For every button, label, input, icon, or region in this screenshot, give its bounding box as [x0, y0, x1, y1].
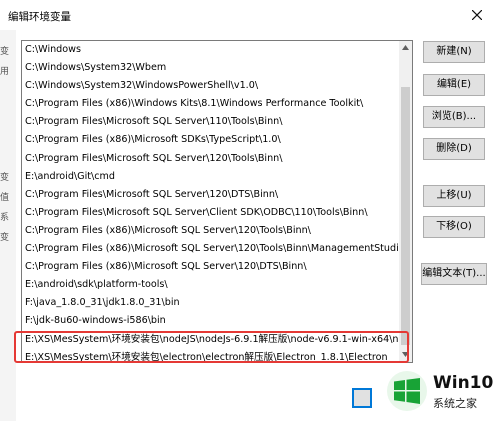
vertical-scrollbar[interactable]: [399, 41, 412, 362]
path-list-item[interactable]: C:\Program Files (x86)\Windows Kits\8.1\…: [22, 95, 398, 113]
dialog-title: 编辑环境变量: [8, 11, 71, 23]
path-list-item[interactable]: C:\Program Files\Microsoft SQL Server\12…: [22, 150, 398, 168]
watermark-title: Win10: [433, 373, 494, 393]
path-list-item[interactable]: E:\android\Git\cmd: [22, 168, 398, 186]
edit-button[interactable]: 编辑(E): [423, 74, 485, 96]
ok-button[interactable]: [352, 388, 372, 408]
watermark-subtitle: 系统之家: [433, 397, 477, 410]
path-list-item[interactable]: C:\Windows\System32\Wbem: [22, 59, 398, 77]
delete-button[interactable]: 删除(D): [423, 138, 485, 160]
path-rows: C:\Windows C:\Windows\System32\Wbem C:\Win…: [22, 41, 398, 362]
browse-button[interactable]: 浏览(B)...: [423, 106, 485, 128]
path-list-item[interactable]: C:\Program Files (x86)\Microsoft SDKs\Ty…: [22, 131, 398, 149]
watermark: Win10 系统之家: [385, 363, 500, 421]
path-list-item[interactable]: C:\Windows: [22, 41, 398, 59]
windows-logo-icon: [394, 378, 420, 404]
path-list[interactable]: C:\Windows C:\Windows\System32\Wbem C:\Win…: [21, 40, 413, 363]
move-up-button[interactable]: 上移(U): [423, 185, 485, 207]
edit-env-var-dialog: 编辑环境变量 变 用 变 值 系 变 C:\Windows C:\Windows\…: [0, 0, 500, 421]
path-list-item[interactable]: C:\Windows\System32\WindowsPowerShell\v1…: [22, 77, 398, 95]
background-text: 值: [0, 193, 10, 203]
edit-text-button[interactable]: 编辑文本(T)...: [421, 263, 487, 285]
close-button[interactable]: [454, 0, 500, 30]
background-window-strip: 变 用 变 值 系 变: [0, 30, 16, 421]
path-list-item[interactable]: C:\Program Files (x86)\Microsoft SQL Ser…: [22, 222, 398, 240]
path-list-item[interactable]: C:\Program Files (x86)\Microsoft SQL Ser…: [22, 240, 398, 258]
path-list-item[interactable]: E:\android\sdk\platform-tools\: [22, 276, 398, 294]
move-down-button[interactable]: 下移(O): [423, 216, 485, 238]
path-list-item[interactable]: F:\java_1.8.0_31\jdk1.8.0_31\bin: [22, 294, 398, 312]
scroll-down-arrow-icon[interactable]: [399, 348, 412, 362]
background-text: 变: [0, 233, 10, 243]
background-text: 变: [0, 173, 10, 183]
path-list-item[interactable]: C:\Program Files (x86)\Microsoft SQL Ser…: [22, 258, 398, 276]
close-icon: [471, 9, 483, 21]
path-list-item[interactable]: E:\XS\MesSystem\环境安装包\electron\electron解…: [22, 349, 398, 362]
path-list-item[interactable]: C:\Program Files\Microsoft SQL Server\Cl…: [22, 204, 398, 222]
background-text: 用: [0, 67, 10, 77]
path-list-item[interactable]: E:\XS\MesSystem\环境安装包\nodeJS\nodeJs-6.9.…: [22, 331, 398, 349]
new-button[interactable]: 新建(N): [423, 41, 485, 63]
scroll-thumb[interactable]: [401, 87, 410, 345]
path-list-item[interactable]: C:\Program Files\Microsoft SQL Server\12…: [22, 186, 398, 204]
path-list-item[interactable]: C:\Program Files\Microsoft SQL Server\11…: [22, 113, 398, 131]
path-list-item[interactable]: F:\jdk-8u60-windows-i586\bin: [22, 312, 398, 330]
title-bar: 编辑环境变量: [0, 0, 500, 30]
scroll-up-arrow-icon[interactable]: [399, 41, 412, 55]
background-text: 变: [0, 47, 10, 57]
background-text: 系: [0, 213, 10, 223]
